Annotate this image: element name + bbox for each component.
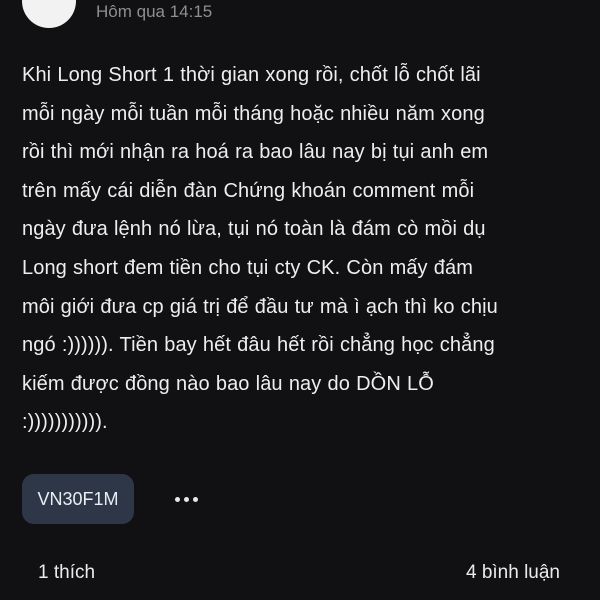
- post-body-line: Khi Long Short 1 thời gian xong rồi, chố…: [22, 64, 481, 86]
- post-body-line: môi giới đưa cp giá trị để đầu tư mà ì ạ…: [22, 295, 498, 318]
- post-card: Hôm qua 14:15 Khi Long Short 1 thời gian…: [0, 0, 600, 600]
- tag-chip-vn30f1m[interactable]: VN30F1M: [22, 474, 134, 524]
- post-body-line: ngó :)))))). Tiền bay hết đâu hết rồi ch…: [22, 334, 495, 357]
- more-horizontal-icon: [183, 496, 189, 502]
- post-body-line: Long short đem tiền cho tụi cty CK. Còn …: [22, 256, 474, 279]
- avatar[interactable]: [22, 0, 76, 28]
- post-body-line: ngày đưa lệnh nó lừa, tụi nó toàn là đám…: [22, 218, 486, 241]
- post-body: Khi Long Short 1 thời gian xong rồi, chố…: [22, 56, 582, 442]
- likes-count-button[interactable]: 1 thích: [38, 561, 95, 585]
- more-options-button[interactable]: [168, 485, 204, 513]
- post-body-line: kiếm được đồng nào bao lâu nay do DỒN LỖ: [22, 372, 434, 395]
- more-horizontal-icon: [174, 496, 180, 502]
- more-horizontal-icon: [192, 496, 198, 502]
- post-body-line: rồi thì mới nhận ra hoá ra bao lâu nay b…: [22, 141, 489, 164]
- post-timestamp: Hôm qua 14:15: [96, 2, 213, 21]
- post-body-line: trên mấy cái diễn đàn Chứng khoán commen…: [22, 179, 475, 202]
- post-body-line: mỗi ngày mỗi tuần mỗi tháng hoặc nhiều n…: [22, 102, 485, 125]
- comments-count-button[interactable]: 4 bình luận: [466, 561, 560, 585]
- post-body-line: :))))))))))).: [22, 411, 108, 434]
